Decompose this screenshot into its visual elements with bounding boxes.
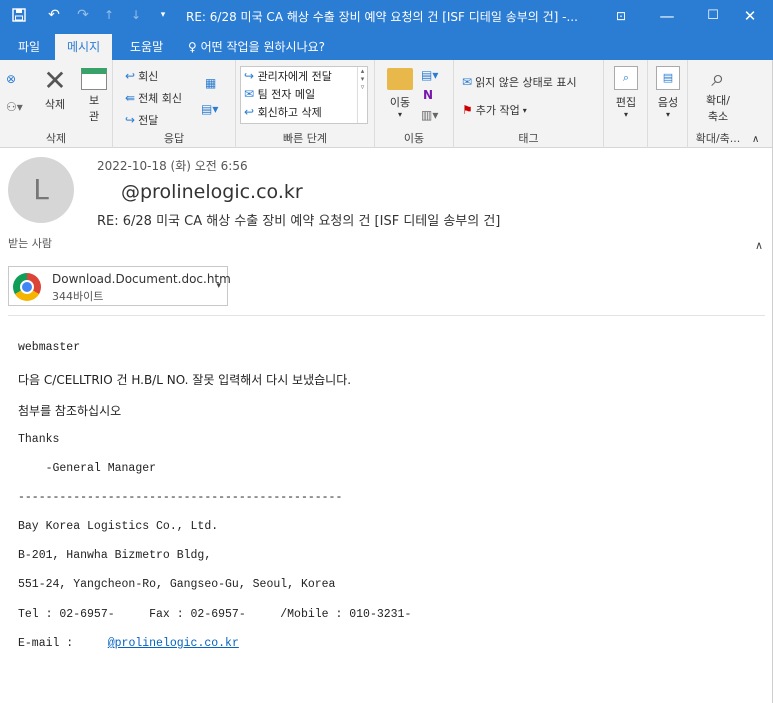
up-icon[interactable]: ↑ xyxy=(101,5,117,25)
sender[interactable]: @prolinelogic.co.kr xyxy=(121,181,303,203)
voice-group: ▤ 음성 ▾ xyxy=(648,60,688,148)
attachment-dropdown-icon[interactable]: ▾ xyxy=(216,281,221,291)
delete-group: ⊗ ⚇▾ ✕ 삭제 보 관 삭제 xyxy=(0,60,113,148)
junk-icon[interactable]: ⚇▾ xyxy=(6,100,23,114)
message-header: L 2022-10-18 (화) 오전 6:56 @prolinelogic.c… xyxy=(0,149,773,259)
ignore-icon[interactable]: ⊗ xyxy=(6,72,16,86)
mark-unread-icon: ✉ xyxy=(462,75,473,89)
magnifier-icon: ⌕ xyxy=(614,66,638,90)
lightbulb-icon: ♀ xyxy=(188,40,197,54)
body-separator: ----------------------------------------… xyxy=(18,491,343,504)
actions-icon[interactable]: ▥▾ xyxy=(421,108,438,122)
move-button[interactable]: 이동 ▾ xyxy=(383,66,417,119)
quick-step-forward-manager[interactable]: ↪ 관리자에게 전달 xyxy=(241,67,367,85)
reply-icon: ↩ xyxy=(125,69,136,83)
delete-group-label: 삭제 xyxy=(45,132,67,145)
reply-all-button[interactable]: ⇚ 전체 회신 xyxy=(125,90,182,106)
archive-icon xyxy=(81,68,107,90)
tags-group-label: 태그 xyxy=(518,132,539,145)
close-icon[interactable]: ✕ xyxy=(727,0,773,31)
move-group: 이동 ▾ ▤▾ N ▥▾ 이동 xyxy=(375,60,454,148)
tab-message[interactable]: 메시지 xyxy=(55,34,113,60)
ribbon: ⊗ ⚇▾ ✕ 삭제 보 관 삭제 ↩ 회신 ⇚ 전체 회신 ↪ 전달 ▦ ▤▾ 응답 … xyxy=(0,60,773,148)
forward-icon: ↪ xyxy=(125,113,136,127)
body-line: Bay Korea Logistics Co., Ltd. xyxy=(18,520,219,533)
sent-date: 2022-10-18 (화) 오전 6:56 xyxy=(97,159,248,173)
mark-unread-button[interactable]: ✉ 읽지 않은 상태로 표시 xyxy=(462,74,577,90)
meeting-icon[interactable]: ▦ xyxy=(205,76,216,90)
folder-move-icon xyxy=(387,68,413,90)
respond-group-label: 응답 xyxy=(163,132,185,145)
respond-group: ↩ 회신 ⇚ 전체 회신 ↪ 전달 ▦ ▤▾ 응답 xyxy=(113,60,236,148)
collapse-header-icon[interactable]: ∧ xyxy=(755,239,763,252)
reply-all-icon: ⇚ xyxy=(125,91,136,105)
email-link[interactable]: @prolinelogic.co.kr xyxy=(108,637,239,650)
archive-button[interactable]: 보 관 xyxy=(80,66,108,124)
tags-group: ✉ 읽지 않은 상태로 표시 ⚑ 추가 작업 ▾ 태그 xyxy=(454,60,604,148)
quick-step-reply-delete[interactable]: ↩ 회신하고 삭제 xyxy=(241,103,367,121)
body-line: B-201, Hanwha Bizmetro Bldg, xyxy=(18,549,212,562)
minimize-icon[interactable]: — xyxy=(644,0,690,31)
quick-step-team-email[interactable]: ✉ 팀 전자 메일 xyxy=(241,85,367,103)
body-line: -General Manager xyxy=(18,462,157,475)
quick-steps-label: 빠른 단계 xyxy=(283,132,327,145)
divider xyxy=(8,315,765,316)
body-line: Thanks xyxy=(18,433,60,446)
down-icon[interactable]: ↓ xyxy=(128,5,144,25)
attachment-card[interactable]: Download.Document.doc.htm 344바이트 ▾ xyxy=(8,266,231,306)
ribbon-display-icon[interactable]: ⊡ xyxy=(598,0,644,31)
subject: RE: 6/28 미국 CA 해상 수출 장비 예약 요청의 건 [ISF 디테… xyxy=(97,214,501,229)
zoom-button[interactable]: ⌕ 확대/ 축소 xyxy=(692,64,744,124)
body-line: Tel : 02-6957- Fax : 02-6957- /Mobile : … xyxy=(18,608,412,621)
quick-steps-scroll[interactable]: ▴ ▾ ▿ xyxy=(357,67,367,123)
quick-steps-gallery: ↪ 관리자에게 전달 ✉ 팀 전자 메일 ↩ 회신하고 삭제 ▴ ▾ ▿ xyxy=(240,66,368,124)
zoom-group: ⌕ 확대/ 축소 확대/축... xyxy=(688,60,748,148)
more-icon[interactable]: ▾ xyxy=(156,5,170,25)
edit-group: ⌕ 편집 ▾ xyxy=(604,60,648,148)
edit-button[interactable]: ⌕ 편집 ▾ xyxy=(608,66,644,119)
save-icon[interactable] xyxy=(10,5,28,25)
onenote-icon[interactable]: N xyxy=(423,88,433,102)
voice-button[interactable]: ▤ 음성 ▾ xyxy=(650,66,686,119)
read-aloud-icon: ▤ xyxy=(656,66,680,90)
rules-icon[interactable]: ▤▾ xyxy=(421,68,438,82)
email-line: E-mail : @prolinelogic.co.kr xyxy=(18,637,239,650)
zoom-icon: ⌕ xyxy=(711,64,725,92)
body-line: 다음 C/CELLTRIO 건 H.B/L NO. 잘못 입력해서 다시 보냈습… xyxy=(18,373,352,387)
more-respond-icon[interactable]: ▤▾ xyxy=(201,102,218,116)
delete-x-icon: ✕ xyxy=(43,64,67,97)
redo-icon[interactable]: ↷ xyxy=(74,5,92,25)
to-label: 받는 사람 xyxy=(8,237,52,250)
body-line: webmaster xyxy=(18,341,81,354)
attachment-size: 344바이트 xyxy=(52,290,104,303)
move-group-label: 이동 xyxy=(403,132,425,145)
forward-button[interactable]: ↪ 전달 xyxy=(125,112,158,128)
zoom-group-label: 확대/축... xyxy=(695,132,741,145)
quick-steps-group: ↪ 관리자에게 전달 ✉ 팀 전자 메일 ↩ 회신하고 삭제 ▴ ▾ ▿ 빠른 단계 xyxy=(236,60,375,148)
tab-help[interactable]: 도움말 xyxy=(118,34,175,60)
flag-icon: ⚑ xyxy=(462,103,473,117)
reply-button[interactable]: ↩ 회신 xyxy=(125,68,158,84)
delete-button[interactable]: ✕ 삭제 xyxy=(38,66,72,112)
ribbon-tabs: 파일 메시지 도움말 ♀ 어떤 작업을 원하시나요? xyxy=(0,31,773,60)
body-line: 551-24, Yangcheon-Ro, Gangseo-Gu, Seoul,… xyxy=(18,578,336,591)
window-title: RE: 6/28 미국 CA 해상 수출 장비 예약 요청의 건 [ISF 디테… xyxy=(186,10,578,24)
email-label: E-mail : xyxy=(18,637,74,650)
collapse-ribbon-icon[interactable]: ∧ xyxy=(752,134,759,145)
tell-me-search[interactable]: ♀ 어떤 작업을 원하시나요? xyxy=(176,34,337,60)
attachment-name: Download.Document.doc.htm xyxy=(52,272,231,286)
tab-file[interactable]: 파일 xyxy=(6,34,52,60)
body-line: 첨부를 참조하십시오 xyxy=(18,404,122,418)
undo-icon[interactable]: ↶ xyxy=(45,5,63,25)
avatar: L xyxy=(8,157,74,223)
chrome-icon xyxy=(13,273,41,301)
title-bar: ↶ ↷ ↑ ↓ ▾ RE: 6/28 미국 CA 해상 수출 장비 예약 요청의… xyxy=(0,0,773,31)
follow-up-button[interactable]: ⚑ 추가 작업 ▾ xyxy=(462,102,527,118)
